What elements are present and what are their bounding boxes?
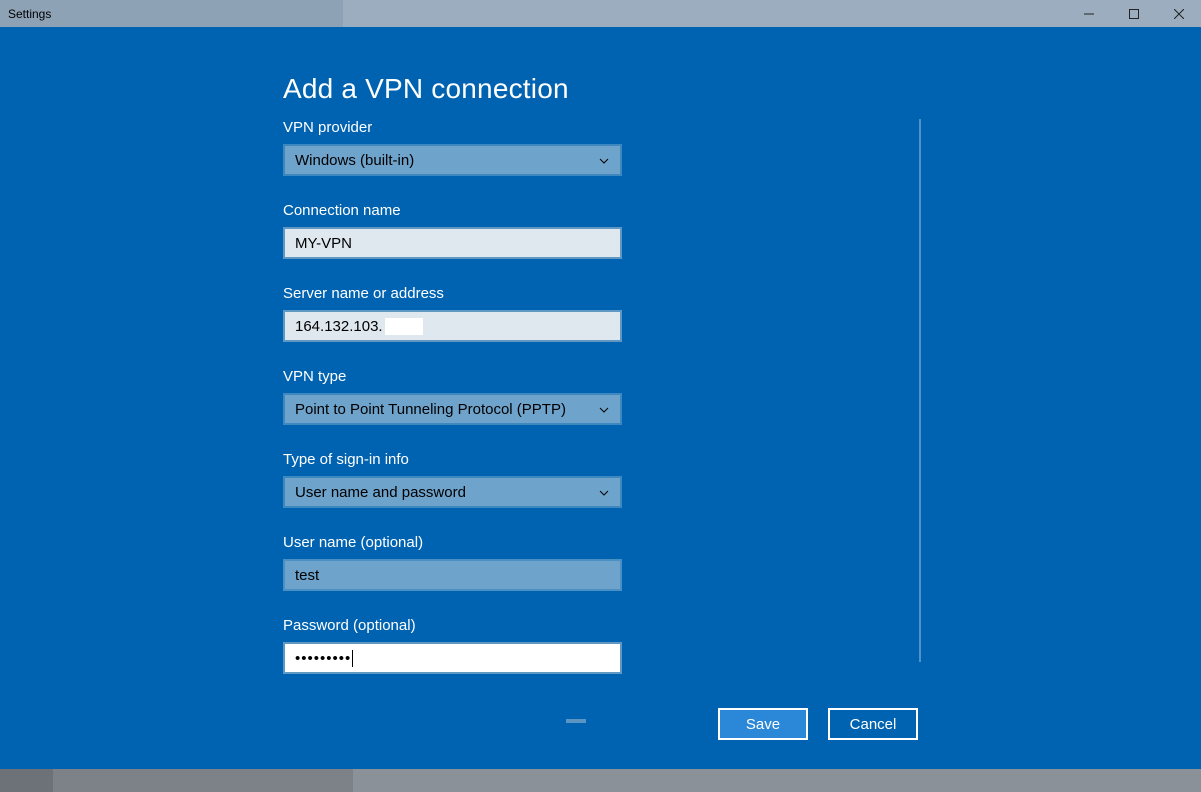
vpn-provider-field: VPN provider Windows (built-in) xyxy=(283,119,622,176)
connection-name-input[interactable]: MY-VPN xyxy=(283,227,622,259)
server-redact-block xyxy=(385,318,423,335)
close-button[interactable] xyxy=(1156,0,1201,27)
server-address-field: Server name or address 164.132.103. xyxy=(283,285,622,342)
username-value: test xyxy=(295,567,319,584)
signin-type-field: Type of sign-in info User name and passw… xyxy=(283,451,622,508)
vpn-provider-dropdown[interactable]: Windows (built-in) xyxy=(283,144,622,176)
vpn-type-value: Point to Point Tunneling Protocol (PPTP) xyxy=(295,401,566,418)
maximize-button[interactable] xyxy=(1111,0,1156,27)
vpn-type-label: VPN type xyxy=(283,368,622,385)
cancel-button[interactable]: Cancel xyxy=(828,708,918,740)
save-button[interactable]: Save xyxy=(718,708,808,740)
server-address-value: 164.132.103. xyxy=(295,318,383,335)
chevron-down-icon xyxy=(598,154,610,166)
vpn-form: VPN provider Windows (built-in) Connecti… xyxy=(283,119,622,674)
titlebar: Settings xyxy=(0,0,1201,27)
minimize-button[interactable] xyxy=(1066,0,1111,27)
close-icon xyxy=(1174,9,1184,19)
vpn-type-field: VPN type Point to Point Tunneling Protoc… xyxy=(283,368,622,425)
vpn-type-dropdown[interactable]: Point to Point Tunneling Protocol (PPTP) xyxy=(283,393,622,425)
window-controls xyxy=(1066,0,1201,27)
chevron-down-icon xyxy=(598,403,610,415)
password-field: Password (optional) ••••••••• xyxy=(283,617,622,674)
taskbar-strip xyxy=(0,769,1201,792)
save-button-label: Save xyxy=(746,716,780,733)
page-title: Add a VPN connection xyxy=(283,73,569,105)
chevron-down-icon xyxy=(598,486,610,498)
minimize-icon xyxy=(1084,9,1094,19)
signin-type-dropdown[interactable]: User name and password xyxy=(283,476,622,508)
username-field: User name (optional) test xyxy=(283,534,622,591)
username-label: User name (optional) xyxy=(283,534,622,551)
vpn-provider-value: Windows (built-in) xyxy=(295,152,414,169)
signin-type-label: Type of sign-in info xyxy=(283,451,622,468)
connection-name-field: Connection name MY-VPN xyxy=(283,202,622,259)
server-address-input[interactable]: 164.132.103. xyxy=(283,310,622,342)
vpn-provider-label: VPN provider xyxy=(283,119,622,136)
cancel-button-label: Cancel xyxy=(850,716,897,733)
password-input[interactable]: ••••••••• xyxy=(283,642,622,674)
text-caret xyxy=(352,650,353,667)
username-input[interactable]: test xyxy=(283,559,622,591)
window-title: Settings xyxy=(0,7,51,21)
scrollbar-track[interactable] xyxy=(919,119,921,662)
connection-name-label: Connection name xyxy=(283,202,622,219)
connection-name-value: MY-VPN xyxy=(295,235,352,252)
password-value: ••••••••• xyxy=(295,650,351,667)
maximize-icon xyxy=(1129,9,1139,19)
password-label: Password (optional) xyxy=(283,617,622,634)
content-area: Add a VPN connection VPN provider Window… xyxy=(0,27,1201,769)
server-address-label: Server name or address xyxy=(283,285,622,302)
button-row: Save Cancel xyxy=(718,708,918,740)
signin-type-value: User name and password xyxy=(295,484,466,501)
